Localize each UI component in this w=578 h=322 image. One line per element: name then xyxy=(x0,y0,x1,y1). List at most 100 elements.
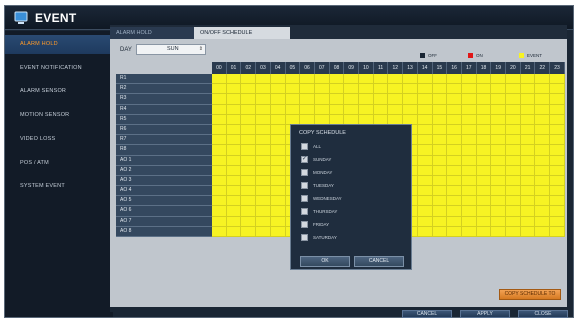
schedule-cell[interactable] xyxy=(212,196,227,207)
schedule-cell[interactable] xyxy=(417,155,433,166)
schedule-cell[interactable] xyxy=(476,74,492,85)
schedule-cell[interactable] xyxy=(447,94,462,105)
schedule-cell[interactable] xyxy=(388,104,404,115)
schedule-cell[interactable] xyxy=(491,135,507,146)
schedule-cell[interactable] xyxy=(520,165,536,176)
schedule-cell[interactable] xyxy=(212,124,227,136)
schedule-cell[interactable] xyxy=(212,114,227,125)
schedule-cell[interactable] xyxy=(447,196,462,207)
schedule-cell[interactable] xyxy=(550,175,565,187)
hour-header-cell[interactable]: 02 xyxy=(241,62,257,74)
hour-header-cell[interactable]: 11 xyxy=(374,62,389,74)
schedule-cell[interactable] xyxy=(256,196,271,207)
close-button[interactable]: CLOSE xyxy=(518,310,568,318)
schedule-cell[interactable] xyxy=(300,74,315,85)
schedule-cell[interactable] xyxy=(241,124,257,136)
schedule-cell[interactable] xyxy=(550,206,565,217)
tab-alarm-hold[interactable]: ALARM HOLD xyxy=(110,27,194,39)
schedule-cell[interactable] xyxy=(535,186,551,197)
schedule-cell[interactable] xyxy=(285,104,301,115)
schedule-cell[interactable] xyxy=(476,114,492,125)
schedule-cell[interactable] xyxy=(270,84,286,95)
schedule-cell[interactable] xyxy=(417,94,433,105)
schedule-cell[interactable] xyxy=(535,84,551,95)
schedule-cell[interactable] xyxy=(212,206,227,217)
schedule-cell[interactable] xyxy=(550,165,565,176)
schedule-cell[interactable] xyxy=(491,165,507,176)
row-label[interactable]: AO 5 xyxy=(116,196,212,207)
hour-header-cell[interactable]: 09 xyxy=(344,62,360,74)
hour-header-cell[interactable]: 13 xyxy=(403,62,418,74)
schedule-cell[interactable] xyxy=(329,94,345,105)
schedule-cell[interactable] xyxy=(476,84,492,95)
schedule-cell[interactable] xyxy=(491,114,507,125)
schedule-cell[interactable] xyxy=(226,216,242,227)
schedule-cell[interactable] xyxy=(461,124,477,136)
row-label[interactable]: AO 3 xyxy=(116,175,212,187)
schedule-cell[interactable] xyxy=(241,145,257,156)
schedule-cell[interactable] xyxy=(256,216,271,227)
schedule-cell[interactable] xyxy=(447,104,462,115)
schedule-cell[interactable] xyxy=(256,94,271,105)
schedule-cell[interactable] xyxy=(270,104,286,115)
schedule-cell[interactable] xyxy=(447,216,462,227)
schedule-cell[interactable] xyxy=(447,165,462,176)
schedule-cell[interactable] xyxy=(432,226,448,237)
schedule-cell[interactable] xyxy=(506,206,521,217)
schedule-cell[interactable] xyxy=(270,135,286,146)
schedule-cell[interactable] xyxy=(359,74,374,85)
schedule-cell[interactable] xyxy=(226,74,242,85)
schedule-cell[interactable] xyxy=(373,104,389,115)
hour-header-cell[interactable]: 04 xyxy=(271,62,286,74)
schedule-cell[interactable] xyxy=(432,84,448,95)
schedule-cell[interactable] xyxy=(329,74,345,85)
checkbox-monday[interactable] xyxy=(301,169,308,177)
schedule-cell[interactable] xyxy=(417,145,433,156)
schedule-cell[interactable] xyxy=(417,135,433,146)
schedule-cell[interactable] xyxy=(535,114,551,125)
schedule-cell[interactable] xyxy=(520,84,536,95)
schedule-cell[interactable] xyxy=(270,186,286,197)
schedule-cell[interactable] xyxy=(491,216,507,227)
schedule-cell[interactable] xyxy=(226,124,242,136)
schedule-cell[interactable] xyxy=(506,135,521,146)
schedule-cell[interactable] xyxy=(520,196,536,207)
schedule-cell[interactable] xyxy=(270,94,286,105)
schedule-cell[interactable] xyxy=(461,135,477,146)
schedule-cell[interactable] xyxy=(241,74,257,85)
schedule-cell[interactable] xyxy=(241,165,257,176)
schedule-cell[interactable] xyxy=(447,114,462,125)
schedule-cell[interactable] xyxy=(447,84,462,95)
row-label[interactable]: R2 xyxy=(116,84,212,95)
row-label[interactable]: AO 7 xyxy=(116,216,212,227)
row-label[interactable]: AO 2 xyxy=(116,165,212,176)
option-thursday[interactable]: THURSDAY xyxy=(301,207,337,216)
schedule-cell[interactable] xyxy=(491,175,507,187)
schedule-cell[interactable] xyxy=(212,135,227,146)
schedule-cell[interactable] xyxy=(212,226,227,237)
schedule-cell[interactable] xyxy=(506,175,521,187)
schedule-cell[interactable] xyxy=(461,175,477,187)
schedule-cell[interactable] xyxy=(550,226,565,237)
schedule-cell[interactable] xyxy=(535,145,551,156)
schedule-cell[interactable] xyxy=(461,226,477,237)
row-label[interactable]: R4 xyxy=(116,104,212,115)
schedule-cell[interactable] xyxy=(417,175,433,187)
schedule-cell[interactable] xyxy=(256,186,271,197)
schedule-cell[interactable] xyxy=(461,206,477,217)
schedule-cell[interactable] xyxy=(241,155,257,166)
option-friday[interactable]: FRIDAY xyxy=(301,220,329,229)
schedule-cell[interactable] xyxy=(314,84,330,95)
sidebar-item-pos-atm[interactable]: POS / ATM xyxy=(5,154,113,173)
dialog-cancel-button[interactable]: CANCEL xyxy=(354,256,404,267)
schedule-cell[interactable] xyxy=(520,206,536,217)
schedule-cell[interactable] xyxy=(344,84,360,95)
schedule-cell[interactable] xyxy=(476,206,492,217)
row-label[interactable]: AO 8 xyxy=(116,226,212,237)
schedule-cell[interactable] xyxy=(417,74,433,85)
schedule-cell[interactable] xyxy=(344,94,360,105)
sidebar-item-system-event[interactable]: SYSTEM EVENT xyxy=(5,177,113,196)
schedule-cell[interactable] xyxy=(314,94,330,105)
row-label[interactable]: R7 xyxy=(116,135,212,146)
schedule-cell[interactable] xyxy=(241,196,257,207)
